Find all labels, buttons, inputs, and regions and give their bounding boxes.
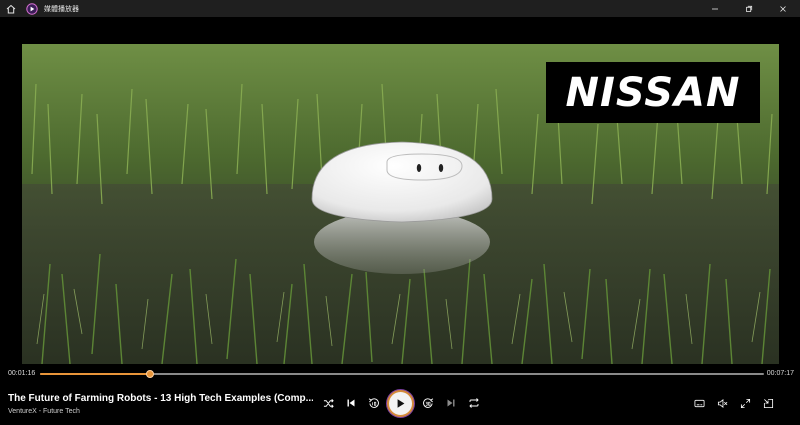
close-icon (780, 5, 786, 12)
shuffle-button[interactable] (318, 393, 338, 413)
home-button[interactable] (0, 0, 22, 17)
seek-bar-fill (40, 373, 151, 375)
home-icon (6, 4, 16, 13)
previous-button[interactable] (341, 393, 361, 413)
overlay-logo: NISSAN (546, 62, 760, 123)
shuffle-icon (323, 398, 334, 408)
rewind-10-button[interactable] (364, 393, 384, 413)
minimize-icon (712, 8, 718, 9)
maximize-icon (746, 5, 753, 12)
forward-30-button[interactable] (418, 393, 438, 413)
volume-button[interactable] (712, 393, 732, 413)
next-icon (447, 399, 455, 407)
video-frame[interactable]: NISSAN (22, 44, 779, 364)
title-bar: 媒體播放器 (0, 0, 800, 17)
captions-button[interactable] (689, 393, 709, 413)
media-subtitle: VentureX - Future Tech (8, 408, 80, 415)
media-player-app-icon (26, 2, 38, 15)
close-button[interactable] (766, 0, 800, 17)
repeat-icon (469, 398, 479, 408)
play-button[interactable] (387, 390, 414, 417)
forward-30-icon (423, 398, 434, 408)
fullscreen-icon (740, 398, 750, 408)
window-title: 媒體播放器 (44, 5, 79, 13)
next-button[interactable] (441, 393, 461, 413)
play-icon (397, 399, 405, 408)
media-title: The Future of Farming Robots - 13 High T… (8, 393, 313, 404)
captions-icon (694, 399, 704, 407)
seek-bar-row: 00:01:16 00:07:17 (0, 366, 800, 382)
mini-player-button[interactable] (758, 393, 778, 413)
maximize-button[interactable] (732, 0, 766, 17)
previous-icon (347, 399, 355, 407)
volume-mute-icon (717, 398, 727, 408)
repeat-button[interactable] (464, 393, 484, 413)
seek-bar-thumb[interactable] (146, 370, 155, 378)
fullscreen-button[interactable] (735, 393, 755, 413)
control-bar: The Future of Farming Robots - 13 High T… (0, 382, 800, 425)
minimize-button[interactable] (698, 0, 732, 17)
video-area[interactable]: NISSAN (0, 17, 800, 364)
current-time: 00:01:16 (8, 370, 36, 377)
seek-bar[interactable] (40, 370, 764, 378)
mini-player-icon (763, 398, 773, 408)
overlay-logo-text: NISSAN (565, 69, 741, 116)
total-time: 00:07:17 (766, 370, 794, 377)
rewind-10-icon (368, 398, 379, 408)
